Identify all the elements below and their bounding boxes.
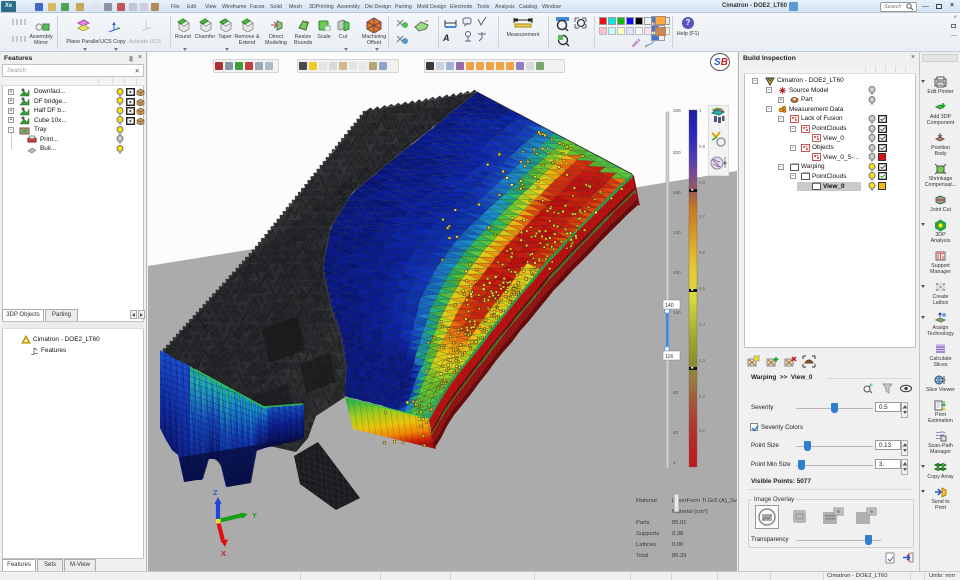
- svg-text:0.6: 0.6: [699, 250, 706, 255]
- svg-text:240: 240: [673, 230, 681, 235]
- svg-text:Y: Y: [252, 511, 257, 520]
- svg-text:320: 320: [673, 150, 681, 155]
- svg-text:0.2: 0.2: [699, 394, 706, 399]
- svg-text:140: 140: [665, 303, 674, 309]
- svg-text:0.3: 0.3: [699, 358, 706, 363]
- svg-text:116: 116: [665, 354, 673, 360]
- svg-text:200: 200: [673, 270, 681, 275]
- svg-text:0.9: 0.9: [699, 144, 706, 149]
- svg-text:0.8: 0.8: [699, 180, 706, 185]
- svg-text:0.1: 0.1: [699, 428, 706, 433]
- svg-text:40: 40: [673, 430, 679, 435]
- svg-text:0.5: 0.5: [699, 286, 706, 291]
- svg-text:160: 160: [673, 310, 681, 315]
- svg-text:0.4: 0.4: [699, 322, 706, 327]
- svg-text:Z: Z: [213, 488, 218, 497]
- svg-text:X: X: [221, 549, 226, 558]
- svg-text:349: 349: [673, 108, 681, 113]
- svg-text:0.7: 0.7: [699, 214, 706, 219]
- svg-text:280: 280: [673, 190, 681, 195]
- svg-text:1: 1: [673, 460, 676, 465]
- svg-text:80: 80: [673, 390, 679, 395]
